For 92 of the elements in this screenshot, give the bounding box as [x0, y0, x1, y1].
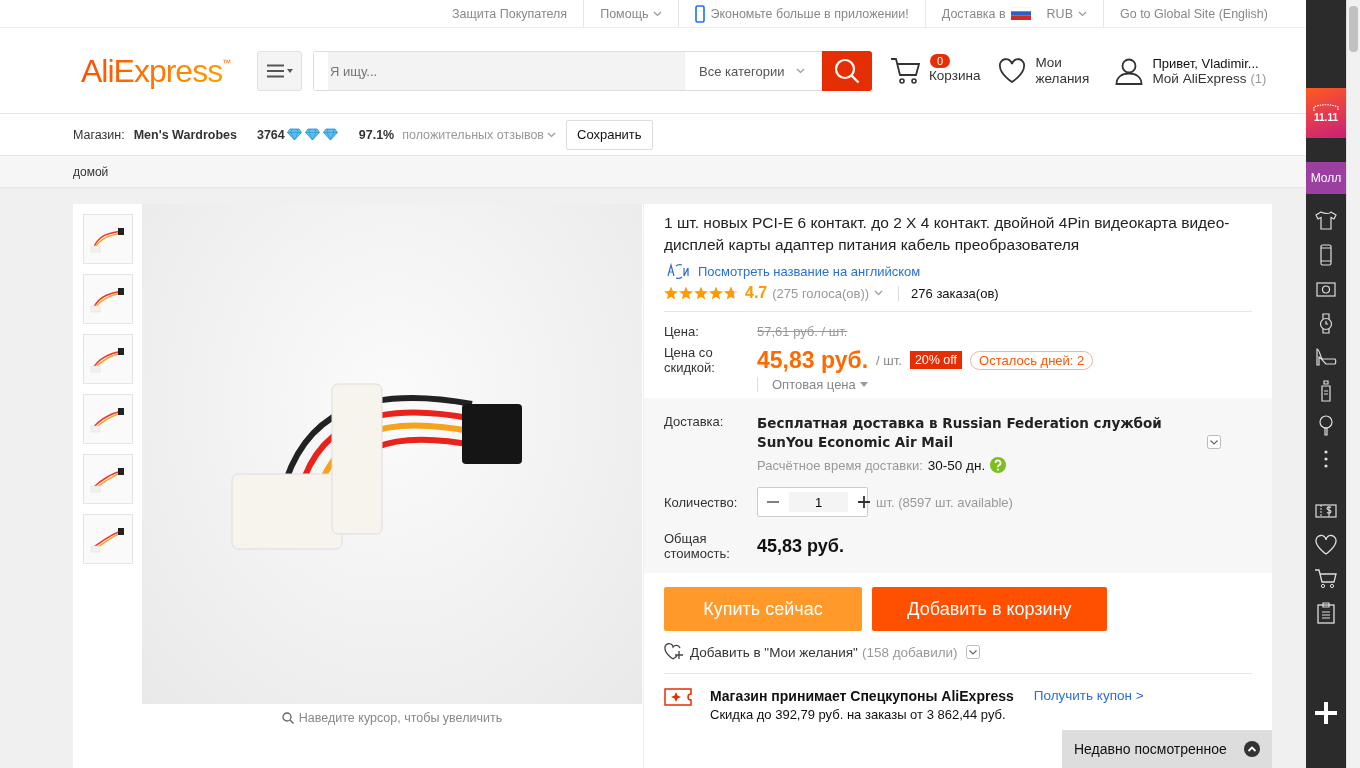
wishlist-count: (158 добавили)	[861, 644, 958, 660]
price-label: Цена:	[664, 324, 700, 339]
coupon-icon	[664, 688, 692, 706]
discount-badge: 20% off	[909, 351, 963, 369]
coupon-text: Скидка до 392,79 руб. на заказы от 3 862,44 руб.	[710, 707, 1007, 722]
caret-icon	[547, 131, 556, 138]
star-icon	[709, 286, 723, 300]
shipping-label: Доставка:	[664, 414, 725, 429]
coupon-title: Магазин принимает Спецкупоны AliExpress	[710, 688, 1014, 704]
product-thumbnail[interactable]	[83, 394, 133, 444]
total-label: Общая стоимость:	[664, 531, 731, 561]
product-thumbnail[interactable]	[83, 214, 133, 264]
star-icon	[679, 286, 693, 300]
estimate-label: Расчётное время доставки:	[757, 457, 923, 473]
rating-value: 4.7	[745, 284, 768, 302]
caret-icon	[653, 10, 663, 17]
product-thumbnail[interactable]	[83, 454, 133, 504]
heart-plus-icon	[664, 643, 686, 661]
product-thumbnail[interactable]	[83, 334, 133, 384]
star-icon	[664, 286, 678, 300]
scrollbar[interactable]	[1346, 0, 1360, 768]
cart-count-badge: 0	[930, 53, 951, 68]
menu-button[interactable]	[257, 51, 302, 91]
translate-link[interactable]: Посмотреть название на английском	[698, 263, 921, 279]
store-label: Магазин:	[73, 127, 125, 142]
account-greeting: Привет, Vladimir...	[1152, 56, 1260, 71]
scrollbar-thumb[interactable]	[1349, 6, 1358, 52]
star-icon	[694, 286, 708, 300]
caret-icon	[1078, 10, 1087, 17]
discount-price: 45,83 руб.	[757, 346, 869, 374]
clipboard-icon[interactable]	[1314, 601, 1338, 625]
availability-text: шт. (8597 шт. available)	[876, 494, 1013, 510]
app-link[interactable]: Экономьте больше в приложении!	[710, 6, 909, 21]
tshirt-icon[interactable]	[1314, 209, 1338, 233]
dropdown-icon[interactable]	[1207, 435, 1221, 449]
plus-icon[interactable]	[858, 496, 870, 508]
quantity-stepper[interactable]: 1	[757, 487, 868, 517]
product-title: 1 шт. новых PCI-E 6 контакт. до 2 X 4 контакт. двойной 4Pin видеокарта видео-дисплей карты адаптер питания кабель преобразователя	[664, 213, 1231, 255]
currency-selector[interactable]: RUB	[1046, 6, 1073, 21]
caret-icon	[859, 382, 868, 387]
orders-count: 276 заказа(ов)	[898, 285, 999, 301]
original-price: 57,61 руб. / шт.	[757, 324, 848, 339]
save-store-button[interactable]: Сохранить	[566, 119, 653, 150]
product-thumbnail[interactable]	[83, 274, 133, 324]
phone-icon	[695, 4, 706, 23]
promo-tile[interactable]: 11.11	[1306, 88, 1346, 138]
help-icon	[990, 457, 1007, 473]
recently-viewed-panel[interactable]: Недавно посмотренное	[1062, 730, 1272, 768]
search-field[interactable]: Я ищу...	[314, 52, 684, 90]
search-icon	[281, 712, 294, 724]
product-thumbnail[interactable]	[83, 514, 133, 564]
wholesale-link[interactable]: Оптовая цена	[772, 377, 856, 392]
help-menu[interactable]: Помощь	[600, 6, 649, 21]
heart-icon	[998, 58, 1027, 84]
zoom-hint: Наведите курсор, чтобы увеличить	[298, 711, 503, 725]
top-link[interactable]: Защита Покупателя	[451, 6, 568, 21]
estimate-value: 30-50 дн.	[927, 457, 986, 473]
feedback-link[interactable]: положительных отзывов	[402, 127, 544, 142]
total-price: 45,83 руб.	[757, 535, 844, 557]
wishlist-link[interactable]: Мои желания	[1035, 55, 1094, 87]
caret-icon	[874, 290, 884, 296]
shipping-method: Бесплатная доставка в Russian Federation службой SunYou Economic Air Mail	[757, 414, 1163, 452]
user-icon	[1115, 57, 1144, 85]
search-button[interactable]	[822, 51, 872, 91]
caret-icon	[796, 68, 806, 74]
diamond-rating-icon	[286, 128, 339, 141]
top-link[interactable]: Go to Global Site (English)	[1120, 6, 1268, 21]
votes-link[interactable]: (275 голоса(ов))	[772, 285, 870, 301]
message-count: (1)	[1250, 71, 1267, 86]
discount-price-label: Цена со скидкой:	[664, 345, 716, 375]
cart-link[interactable]: Корзина	[929, 67, 981, 83]
dropdown-icon[interactable]	[965, 645, 980, 659]
chevron-up-icon	[1244, 741, 1260, 757]
store-name[interactable]: Men's Wardrobes	[133, 127, 237, 142]
mall-tab[interactable]: Молл	[1306, 162, 1346, 194]
positive-rate: 97.1%	[358, 127, 395, 142]
account-link[interactable]: Мой AliExpress	[1152, 71, 1247, 86]
add-to-cart-button[interactable]: Добавить в корзину	[872, 587, 1107, 631]
price-unit: / шт.	[876, 352, 902, 368]
shipping-label[interactable]: Доставка в	[941, 6, 1006, 21]
cart-icon	[890, 57, 920, 85]
menu-icon	[266, 64, 293, 78]
search-icon	[834, 58, 860, 84]
store-score: 3764	[256, 127, 285, 142]
get-coupon-link[interactable]: Получить купон >	[1033, 688, 1144, 703]
cart-icon[interactable]	[1314, 567, 1338, 591]
add-to-wishlist-link[interactable]: Добавить в "Мои желания"	[690, 644, 858, 660]
flag-icon	[1010, 7, 1031, 20]
breadcrumb-link[interactable]: домой	[73, 164, 109, 179]
quantity-label: Количество:	[664, 494, 739, 510]
translate-icon	[664, 262, 690, 280]
heart-icon[interactable]	[1314, 533, 1338, 557]
